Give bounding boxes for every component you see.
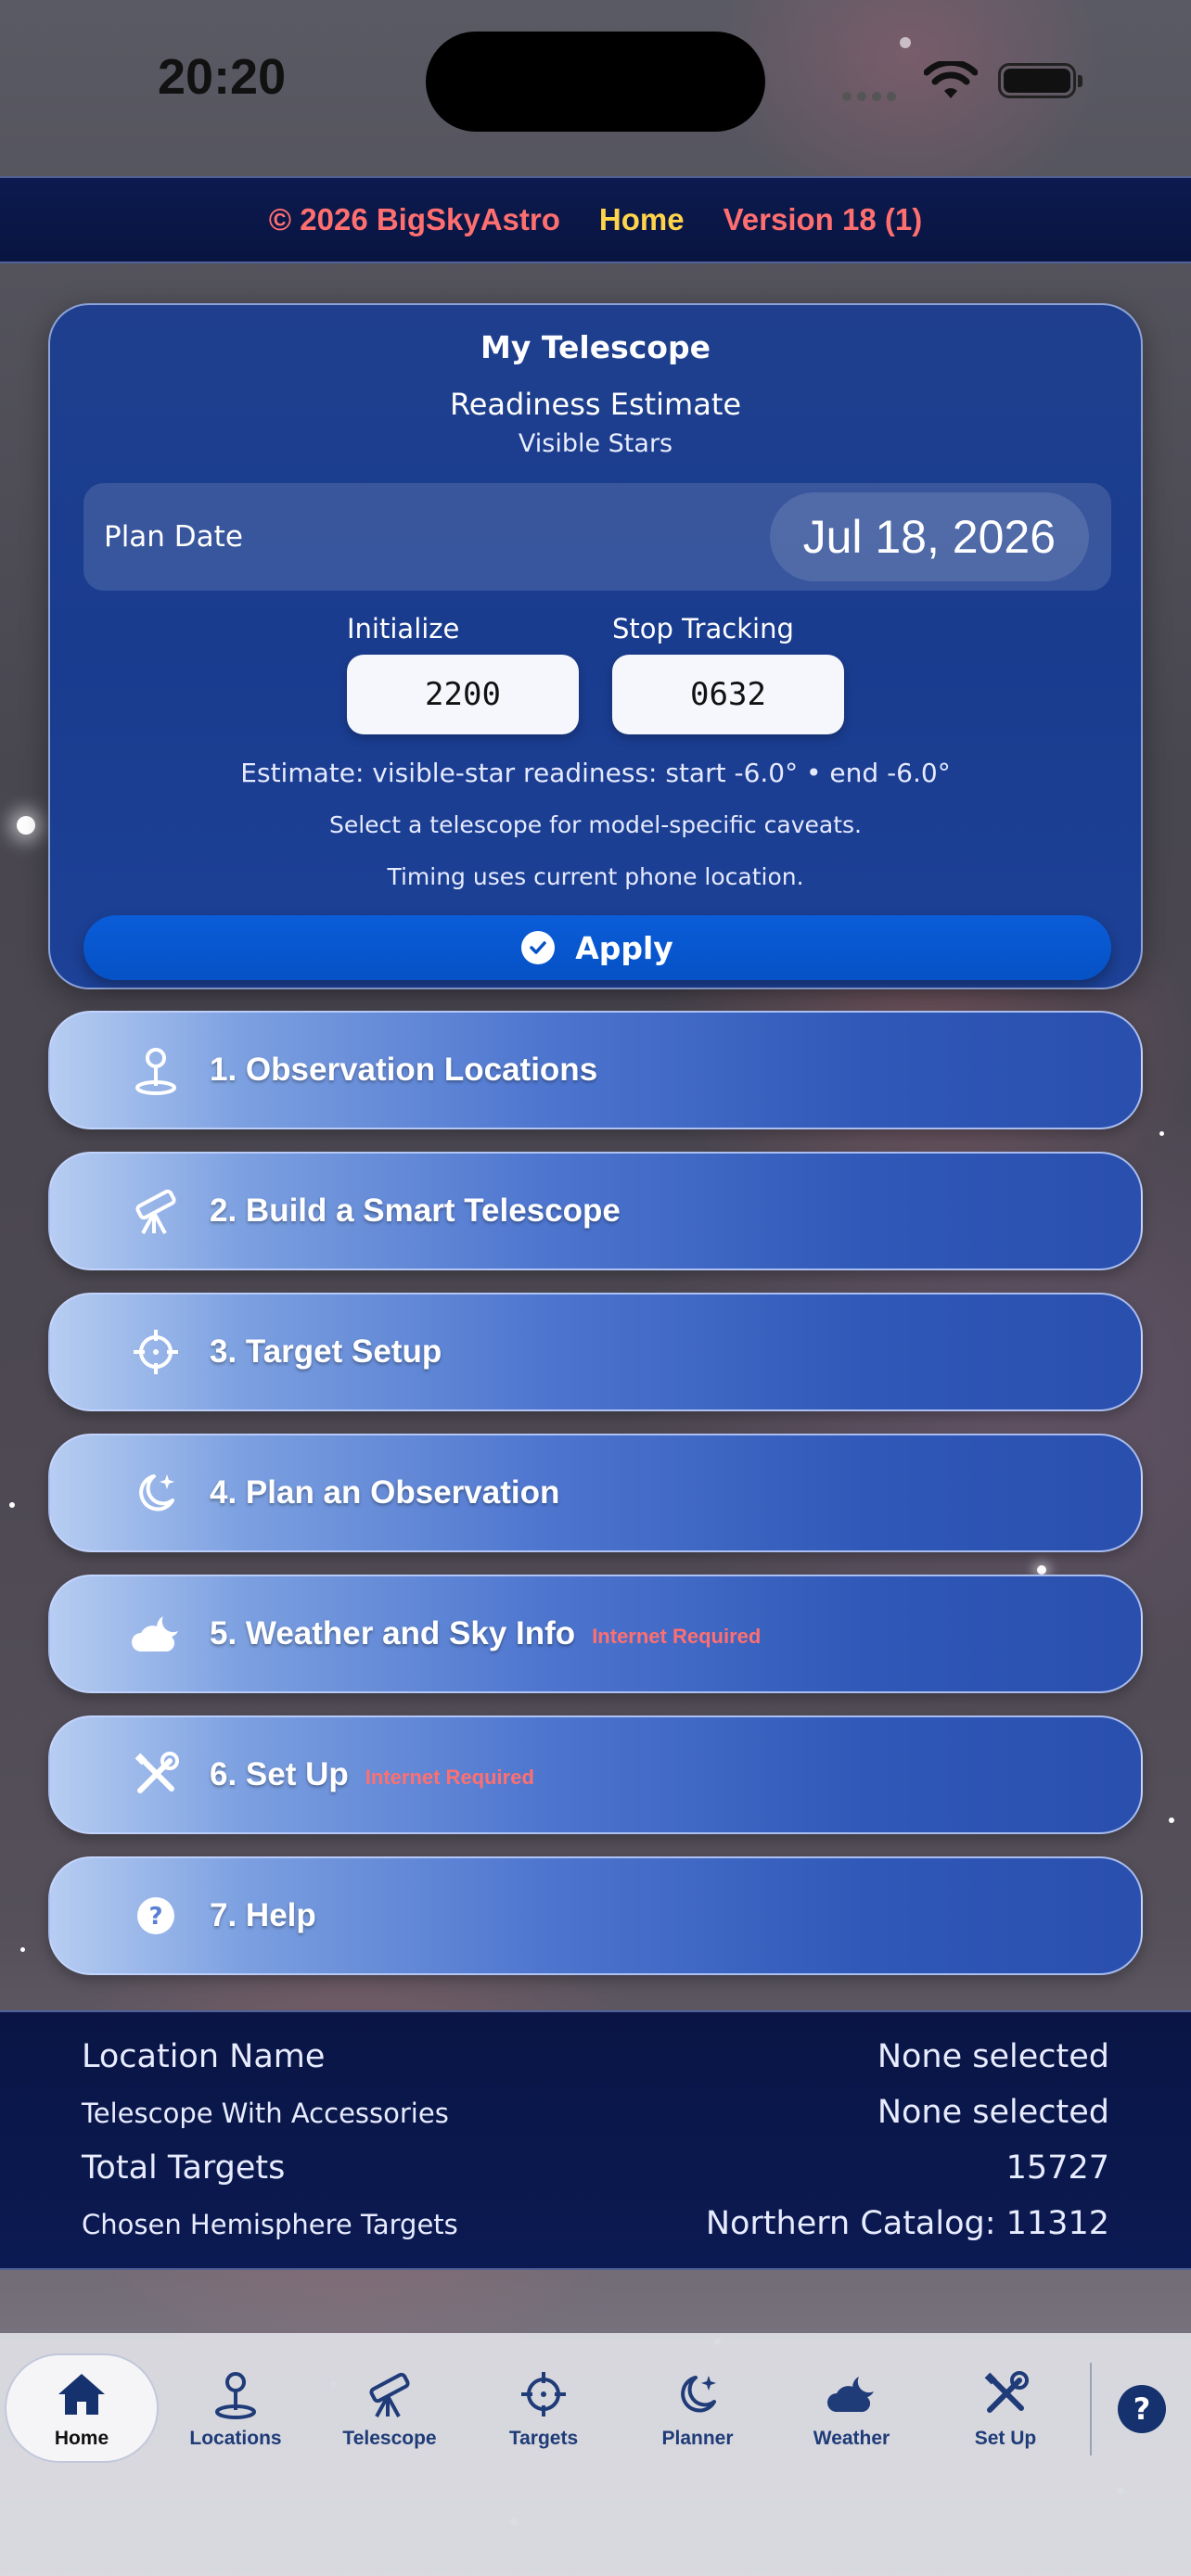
tab-set-up[interactable]: Set Up [928,2353,1082,2463]
header-bar: © 2026 BigSkyAstro Home Version 18 (1) [0,176,1191,263]
plan-date-picker[interactable]: Jul 18, 2026 [769,492,1089,581]
cloud-moon-icon [824,2366,879,2422]
menu-target-setup[interactable]: 3. Target Setup [48,1293,1143,1411]
tab-planner[interactable]: Planner [621,2353,775,2463]
stop-tracking-input[interactable]: 0632 [612,655,844,734]
internet-required-badge: Internet Required [365,1766,534,1789]
menu-weather-sky-info[interactable]: 5. Weather and Sky Info Internet Require… [48,1575,1143,1693]
location-pin-icon [128,1042,184,1098]
location-name-row: Location Name None selected [82,2038,1109,2075]
status-time: 20:20 [158,49,287,105]
hemisphere-value: Northern Catalog: 11312 [705,2205,1109,2242]
telescope-icon [362,2366,417,2422]
help-button[interactable]: ? [1118,2385,1166,2433]
hemisphere-label: Chosen Hemisphere Targets [82,2209,458,2240]
menu-label: 1. Observation Locations [210,1052,598,1088]
readiness-label: Readiness Estimate [449,387,742,422]
tab-divider [1090,2363,1092,2455]
tab-label: Planner [661,2428,734,2449]
tab-bar: Home Locations Telescope Targets Planner… [0,2333,1191,2576]
menu-plan-observation[interactable]: 4. Plan an Observation [48,1434,1143,1552]
cloud-moon-icon [128,1606,184,1662]
location-name-value: None selected [877,2038,1109,2075]
tab-label: Set Up [974,2428,1037,2449]
card-title: My Telescope [480,329,711,365]
version-text: Version 18 (1) [723,202,923,236]
question-circle-icon: ? [128,1888,184,1944]
tab-label: Weather [813,2428,890,2449]
tab-label: Home [54,2428,109,2449]
tab-label: Telescope [342,2428,437,2449]
stop-tracking-label: Stop Tracking [612,613,794,644]
menu-build-smart-telescope[interactable]: 2. Build a Smart Telescope [48,1152,1143,1270]
internet-required-badge: Internet Required [592,1625,762,1648]
telescope-icon [128,1183,184,1239]
tools-icon [978,2366,1033,2422]
tab-telescope[interactable]: Telescope [313,2353,467,2463]
crosshair-icon [128,1324,184,1380]
signal-dots-icon [842,87,907,101]
my-telescope-card: My Telescope Readiness Estimate Visible … [48,303,1143,989]
svg-text:?: ? [148,1903,162,1931]
initialize-input[interactable]: 2200 [347,655,579,734]
menu-label: 6. Set Up [210,1756,349,1792]
telescope-value: None selected [877,2094,1109,2131]
menu-label: 5. Weather and Sky Info [210,1615,576,1651]
initialize-label: Initialize [347,613,460,644]
checkmark-icon [521,931,556,964]
total-targets-label: Total Targets [82,2149,286,2187]
apply-button[interactable]: Apply [83,915,1111,980]
summary-panel: Location Name None selected Telescope Wi… [0,2010,1191,2270]
menu-label: 4. Plan an Observation [210,1474,560,1511]
tools-icon [128,1747,184,1803]
total-targets-row: Total Targets 15727 [82,2149,1109,2187]
tab-locations[interactable]: Locations [159,2353,313,2463]
apply-label: Apply [575,929,673,966]
wifi-icon [924,61,978,98]
telescope-label: Telescope With Accessories [82,2098,449,2129]
location-name-label: Location Name [82,2038,326,2075]
telescope-row: Telescope With Accessories None selected [82,2094,1109,2131]
plan-date-label: Plan Date [104,520,243,554]
moon-stars-icon [128,1465,184,1521]
crosshair-icon [516,2366,571,2422]
dynamic-island [426,32,765,132]
caveat-note: Select a telescope for model-specific ca… [328,811,863,838]
menu-observation-locations[interactable]: 1. Observation Locations [48,1011,1143,1129]
tab-label: Locations [189,2428,282,2449]
total-targets-value: 15727 [1005,2149,1109,2187]
readiness-sub: Visible Stars [518,429,673,458]
tab-home[interactable]: Home [5,2353,159,2463]
plan-date-row: Plan Date Jul 18, 2026 [83,483,1111,591]
menu-set-up[interactable]: 6. Set Up Internet Required [48,1715,1143,1834]
estimate-note: Estimate: visible-star readiness: start … [240,758,951,788]
hemisphere-row: Chosen Hemisphere Targets Northern Catal… [82,2205,1109,2242]
tab-label: Targets [508,2428,579,2449]
current-page-title: Home [598,202,685,236]
menu-label: 2. Build a Smart Telescope [210,1192,621,1229]
menu-help[interactable]: ? 7. Help [48,1856,1143,1975]
menu-label: 3. Target Setup [210,1333,442,1370]
battery-icon [998,63,1082,98]
copyright-text: © 2026 BigSkyAstro [268,202,560,236]
menu-label: 7. Help [210,1897,316,1933]
location-pin-icon [208,2366,263,2422]
house-icon [54,2366,109,2422]
moon-stars-icon [670,2366,725,2422]
tab-targets[interactable]: Targets [467,2353,621,2463]
location-note: Timing uses current phone location. [387,863,804,890]
tab-weather[interactable]: Weather [775,2353,928,2463]
